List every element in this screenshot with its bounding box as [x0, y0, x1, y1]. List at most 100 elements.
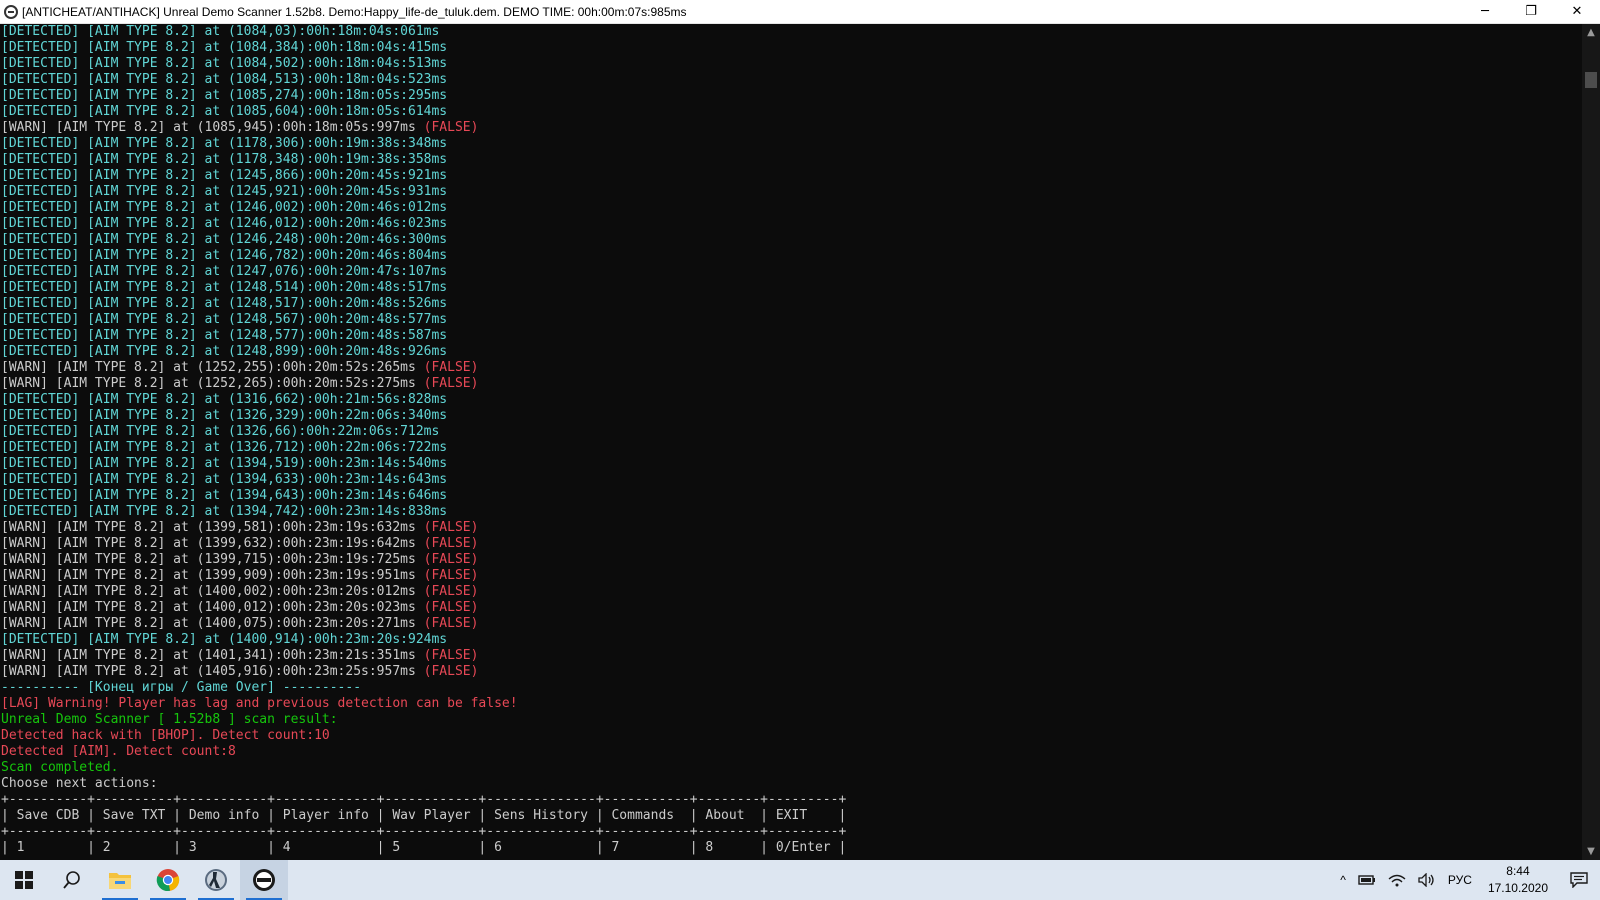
menu-separator-middle: +----------+----------+-----------+-----… [1, 824, 847, 839]
console-line-text: [DETECTED] [AIM TYPE 8.2] at (1394,519):… [1, 456, 448, 471]
console-line-text: [DETECTED] [AIM TYPE 8.2] at (1248,577):… [1, 328, 448, 343]
window-title-bar[interactable]: [ANTICHEAT/ANTIHACK] Unreal Demo Scanner… [0, 0, 1600, 24]
false-positive-tag: (FALSE) [423, 616, 479, 631]
scroll-down-arrow-icon[interactable]: ▼ [1582, 843, 1600, 860]
console-line-text: [DETECTED] [AIM TYPE 8.2] at (1085,604):… [1, 104, 448, 119]
console-line-warn: [WARN] [AIM TYPE 8.2] at (1400,012):00h:… [0, 600, 1582, 616]
volume-icon[interactable] [1412, 860, 1442, 900]
vertical-scrollbar[interactable]: ▲ ▼ [1582, 24, 1600, 860]
false-positive-tag: (FALSE) [423, 536, 479, 551]
search-icon [63, 871, 80, 889]
console-line-warn: [WARN] [AIM TYPE 8.2] at (1252,255):00h:… [0, 360, 1582, 376]
console-line-text: [DETECTED] [AIM TYPE 8.2] at (1247,076):… [1, 264, 448, 279]
console-line-text: Detected [AIM]. Detect count:8 [1, 744, 236, 759]
console-line-result: Scan completed. [0, 760, 1582, 776]
console-line-hack: Detected [AIM]. Detect count:8 [0, 744, 1582, 760]
console-line-result: Unreal Demo Scanner [ 1.52b8 ] scan resu… [0, 712, 1582, 728]
taskbar-counter-strike[interactable] [192, 860, 240, 900]
demo-scanner-icon [253, 869, 275, 891]
scrollbar-thumb[interactable] [1585, 72, 1597, 88]
wifi-icon[interactable] [1382, 860, 1412, 900]
console-line-warn: [WARN] [AIM TYPE 8.2] at (1252,265):00h:… [0, 376, 1582, 392]
system-tray: ^ РУС 8:44 17.10.2020 [1334, 860, 1600, 900]
console-line-detected: [DETECTED] [AIM TYPE 8.2] at (1084,513):… [0, 72, 1582, 88]
console-line-text: [DETECTED] [AIM TYPE 8.2] at (1245,921):… [1, 184, 448, 199]
battery-icon[interactable] [1352, 860, 1382, 900]
console-line-text: [WARN] [AIM TYPE 8.2] at (1400,075):00h:… [1, 616, 424, 631]
console-line-text: [DETECTED] [AIM TYPE 8.2] at (1246,002):… [1, 200, 448, 215]
console-line-text: [DETECTED] [AIM TYPE 8.2] at (1326,66):0… [1, 424, 440, 439]
console-line-text: [DETECTED] [AIM TYPE 8.2] at (1394,643):… [1, 488, 448, 503]
console-line-text: [DETECTED] [AIM TYPE 8.2] at (1246,012):… [1, 216, 448, 231]
clock[interactable]: 8:44 17.10.2020 [1478, 860, 1558, 900]
notification-icon [1570, 872, 1588, 888]
console-line-detected: [DETECTED] [AIM TYPE 8.2] at (1246,012):… [0, 216, 1582, 232]
console-line-text: [WARN] [AIM TYPE 8.2] at (1399,715):00h:… [1, 552, 424, 567]
console-line-text: [DETECTED] [AIM TYPE 8.2] at (1394,742):… [1, 504, 448, 519]
console-line-detected: [DETECTED] [AIM TYPE 8.2] at (1248,567):… [0, 312, 1582, 328]
console-line-text: [WARN] [AIM TYPE 8.2] at (1085,945):00h:… [1, 120, 424, 135]
console-line-text: [DETECTED] [AIM TYPE 8.2] at (1178,306):… [1, 136, 448, 151]
console-line-text: [WARN] [AIM TYPE 8.2] at (1399,632):00h:… [1, 536, 424, 551]
console-line-text: [DETECTED] [AIM TYPE 8.2] at (1248,514):… [1, 280, 448, 295]
console-line-warn: [WARN] [AIM TYPE 8.2] at (1405,916):00h:… [0, 664, 1582, 680]
console-line-text: [WARN] [AIM TYPE 8.2] at (1401,341):00h:… [1, 648, 424, 663]
console-line-detected: [DETECTED] [AIM TYPE 8.2] at (1085,274):… [0, 88, 1582, 104]
console-line-text: [WARN] [AIM TYPE 8.2] at (1400,002):00h:… [1, 584, 424, 599]
window-title: [ANTICHEAT/ANTIHACK] Unreal Demo Scanner… [22, 4, 687, 19]
console-line-text: [DETECTED] [AIM TYPE 8.2] at (1085,274):… [1, 88, 448, 103]
console-line-warn: [WARN] [AIM TYPE 8.2] at (1399,715):00h:… [0, 552, 1582, 568]
console-line-detected: [DETECTED] [AIM TYPE 8.2] at (1084,384):… [0, 40, 1582, 56]
taskbar-demo-scanner[interactable] [240, 860, 288, 900]
close-button[interactable]: ✕ [1554, 0, 1600, 23]
console-line-detected: [DETECTED] [AIM TYPE 8.2] at (1326,712):… [0, 440, 1582, 456]
console-line-detected: [DETECTED] [AIM TYPE 8.2] at (1246,782):… [0, 248, 1582, 264]
console-line-warn: [WARN] [AIM TYPE 8.2] at (1085,945):00h:… [0, 120, 1582, 136]
taskbar-file-explorer[interactable] [96, 860, 144, 900]
console-line-text: [DETECTED] [AIM TYPE 8.2] at (1326,712):… [1, 440, 448, 455]
false-positive-tag: (FALSE) [423, 376, 479, 391]
console-line-warn: [WARN] [AIM TYPE 8.2] at (1401,341):00h:… [0, 648, 1582, 664]
console-line-detected: [DETECTED] [AIM TYPE 8.2] at (1246,002):… [0, 200, 1582, 216]
chrome-icon [156, 869, 180, 892]
log-lines: [DETECTED] [AIM TYPE 8.2] at (1084,03):0… [0, 24, 1582, 792]
console-line-text: [DETECTED] [AIM TYPE 8.2] at (1084,502):… [1, 56, 448, 71]
notifications-button[interactable] [1558, 860, 1600, 900]
console-line-detected: [DETECTED] [AIM TYPE 8.2] at (1394,643):… [0, 488, 1582, 504]
console-line-text: Unreal Demo Scanner [ 1.52b8 ] scan resu… [1, 712, 338, 727]
minimize-button[interactable]: ─ [1462, 0, 1508, 23]
false-positive-tag: (FALSE) [423, 120, 479, 135]
scroll-up-arrow-icon[interactable]: ▲ [1582, 24, 1600, 41]
console-line-hack: Detected hack with [BHOP]. Detect count:… [0, 728, 1582, 744]
console-line-detected: [DETECTED] [AIM TYPE 8.2] at (1084,03):0… [0, 24, 1582, 40]
console-line-detected: [DETECTED] [AIM TYPE 8.2] at (1245,921):… [0, 184, 1582, 200]
taskbar: ^ РУС 8:44 17.10.2020 [0, 860, 1600, 900]
clock-time: 8:44 [1506, 864, 1530, 878]
console-line-text: [WARN] [AIM TYPE 8.2] at (1252,255):00h:… [1, 360, 424, 375]
console-line-detected: [DETECTED] [AIM TYPE 8.2] at (1084,502):… [0, 56, 1582, 72]
menu-labels-row: | Save CDB | Save TXT | Demo info | Play… [1, 808, 847, 823]
file-explorer-icon [109, 873, 131, 889]
restore-button[interactable]: ❐ [1508, 0, 1554, 23]
search-button[interactable] [48, 860, 96, 900]
start-button[interactable] [0, 860, 48, 900]
false-positive-tag: (FALSE) [423, 664, 479, 679]
console-line-text: [LAG] Warning! Player has lag and previo… [1, 696, 518, 711]
input-language-indicator[interactable]: РУС [1442, 860, 1478, 900]
console-line-text: [DETECTED] [AIM TYPE 8.2] at (1248,899):… [1, 344, 448, 359]
console-line-detected: [DETECTED] [AIM TYPE 8.2] at (1326,66):0… [0, 424, 1582, 440]
false-positive-tag: (FALSE) [423, 552, 479, 567]
console-line-text: [DETECTED] [AIM TYPE 8.2] at (1084,03):0… [1, 24, 440, 39]
show-hidden-icons-chevron-icon[interactable]: ^ [1334, 860, 1352, 900]
taskbar-chrome[interactable] [144, 860, 192, 900]
console-line-text: [DETECTED] [AIM TYPE 8.2] at (1246,248):… [1, 232, 448, 247]
console-line-text: [WARN] [AIM TYPE 8.2] at (1399,581):00h:… [1, 520, 424, 535]
console-output[interactable]: [DETECTED] [AIM TYPE 8.2] at (1084,03):0… [0, 24, 1582, 860]
console-line-text: [WARN] [AIM TYPE 8.2] at (1405,916):00h:… [1, 664, 424, 679]
console-line-text: [DETECTED] [AIM TYPE 8.2] at (1248,567):… [1, 312, 448, 327]
menu-keys-row: | 1 | 2 | 3 | 4 | 5 | 6 | 7 | 8 | 0/Ente… [1, 840, 847, 855]
console-line-gameover: ---------- [Конец игры / Game Over] ----… [0, 680, 1582, 696]
console-line-warn: [WARN] [AIM TYPE 8.2] at (1400,002):00h:… [0, 584, 1582, 600]
console-line-detected: [DETECTED] [AIM TYPE 8.2] at (1394,742):… [0, 504, 1582, 520]
console-line-text: [DETECTED] [AIM TYPE 8.2] at (1246,782):… [1, 248, 448, 263]
